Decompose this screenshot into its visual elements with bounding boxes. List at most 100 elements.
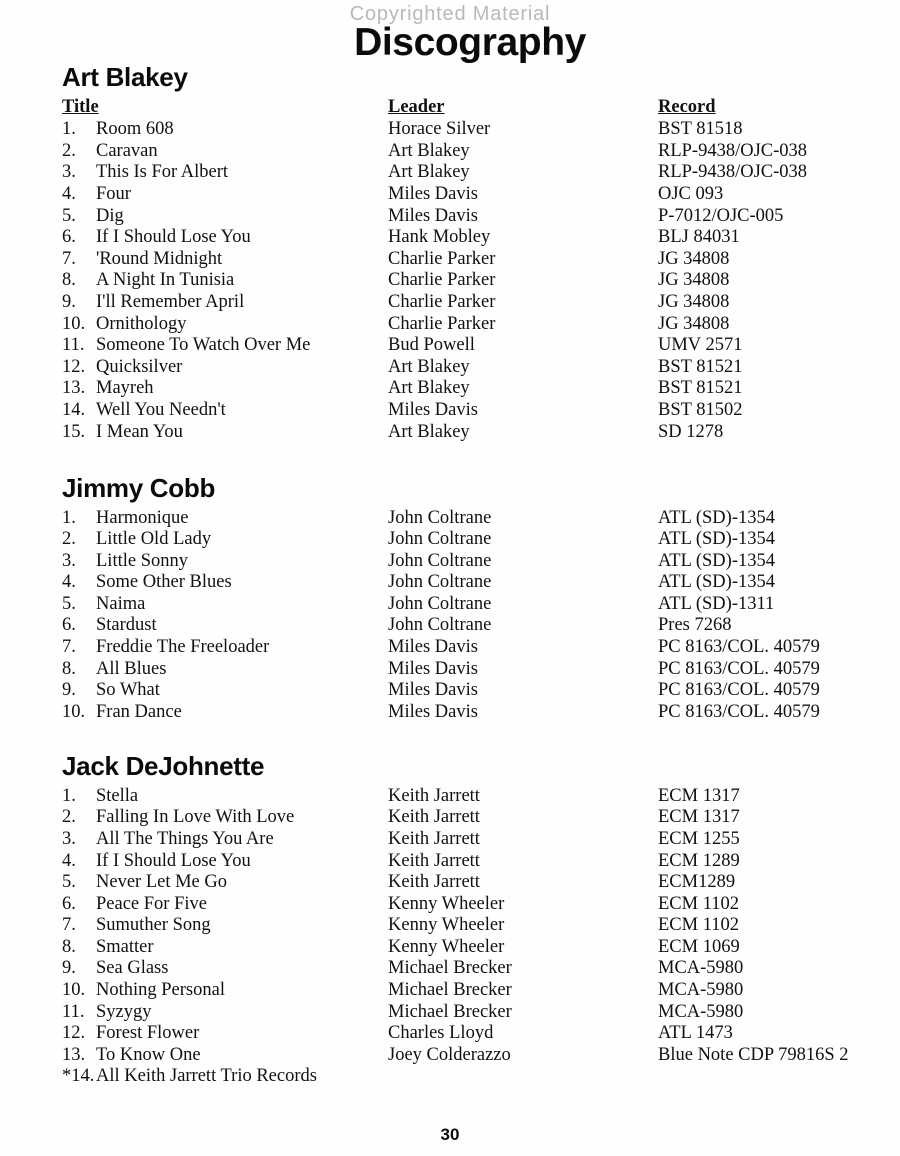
track-title: Sumuther Song: [96, 915, 211, 936]
track-number: 10.: [62, 701, 86, 722]
track-title: Stella: [96, 785, 139, 806]
cell-record: SD 1278: [658, 421, 724, 442]
cell-record: OJC 093: [658, 184, 724, 205]
table-row: 6. Peace For Five Kenny Wheeler ECM 1102: [62, 894, 862, 916]
cell-title: 13. Mayreh: [62, 378, 388, 400]
cell-title: *14. All Keith Jarrett Trio Records: [62, 1066, 388, 1088]
cell-title: 10. Fran Dance: [62, 702, 388, 724]
table-row: 10. Nothing Personal Michael Brecker MCA-59…: [62, 980, 862, 1002]
track-number: 12.: [62, 1023, 86, 1044]
track-number: *14.: [62, 1066, 95, 1087]
cell-record: ECM 1317: [658, 785, 740, 806]
cell-leader: John Coltrane: [388, 507, 492, 528]
track-number: 7.: [62, 637, 76, 658]
table-row: 12. Forest Flower Charles Lloyd ATL 1473: [62, 1023, 862, 1045]
track-title: Dig: [96, 205, 124, 226]
table-row: 2. Little Old Lady John Coltrane ATL (SD)-1…: [62, 529, 862, 551]
table-row: 14. Well You Needn't Miles Davis BST 81502: [62, 400, 862, 422]
cell-leader: Art Blakey: [388, 162, 470, 183]
cell-title: 2. Falling In Love With Love: [62, 807, 388, 829]
track-number: 10.: [62, 313, 86, 334]
track-number: 2.: [62, 140, 76, 161]
track-number: 8.: [62, 658, 76, 679]
cell-record: ATL (SD)-1354: [658, 550, 775, 571]
table-row: 2. Falling In Love With Love Keith Jarrett…: [62, 807, 862, 829]
cell-leader: Michael Brecker: [388, 1001, 512, 1022]
cell-title: 6. If I Should Lose You: [62, 227, 388, 249]
table-row: 2. Caravan Art Blakey RLP-9438/OJC-038: [62, 141, 862, 163]
table-row: 11. Syzygy Michael Brecker MCA-5980: [62, 1002, 862, 1024]
cell-record: RLP-9438/OJC-038: [658, 140, 808, 161]
cell-record: MCA-5980: [658, 1001, 744, 1022]
table-row: 5. Dig Miles Davis P-7012/OJC-005: [62, 206, 862, 228]
cell-record: JG 34808: [658, 270, 730, 291]
cell-title: 8. A Night In Tunisia: [62, 270, 388, 292]
track-number: 9.: [62, 680, 76, 701]
cell-record: ATL (SD)-1354: [658, 529, 775, 550]
cell-record: ECM 1289: [658, 850, 740, 871]
track-number: 4.: [62, 850, 76, 871]
cell-title: 9. I'll Remember April: [62, 292, 388, 314]
cell-record: MCA-5980: [658, 958, 744, 979]
cell-leader: John Coltrane: [388, 572, 492, 593]
table-row: 12. Quicksilver Art Blakey BST 81521: [62, 357, 862, 379]
track-number: 7.: [62, 248, 76, 269]
cell-title: 5. Dig: [62, 206, 388, 228]
track-number: 5.: [62, 593, 76, 614]
track-title: Someone To Watch Over Me: [96, 335, 311, 356]
cell-title: 10. Ornithology: [62, 314, 388, 336]
artist-name: Jack DeJohnette: [62, 751, 265, 782]
track-title: All Blues: [96, 658, 167, 679]
cell-title: 11. Someone To Watch Over Me: [62, 335, 388, 357]
cell-leader: Charlie Parker: [388, 292, 496, 313]
artist-section: Jimmy Cobb 1. Harmonique John Coltrane ATL (…: [62, 474, 862, 724]
track-number: 6.: [62, 227, 76, 248]
track-number: 8.: [62, 270, 76, 291]
track-title: Ornithology: [96, 313, 187, 334]
cell-title: 3. All The Things You Are: [62, 829, 388, 851]
table-row: 3. All The Things You Are Keith Jarrett ECM…: [62, 829, 862, 851]
track-title: Harmonique: [96, 507, 189, 528]
table-row: 7. 'Round Midnight Charlie Parker JG 34808: [62, 249, 862, 271]
table-row: 9. I'll Remember April Charlie Parker JG 34…: [62, 292, 862, 314]
table-row: 13. To Know One Joey Colderazzo Blue Note C…: [62, 1045, 862, 1067]
column-header-title-label: Title: [62, 97, 99, 118]
table-row: 8. All Blues Miles Davis PC 8163/COL. 40579: [62, 659, 862, 681]
cell-leader: Horace Silver: [388, 119, 491, 140]
cell-leader: Miles Davis: [388, 658, 478, 679]
page-title: Discography: [354, 21, 586, 64]
cell-title: 2. Caravan: [62, 141, 388, 163]
cell-record: ECM 1255: [658, 828, 740, 849]
track-number: 13.: [62, 1044, 86, 1065]
cell-title: 10. Nothing Personal: [62, 980, 388, 1002]
table-row: 4. If I Should Lose You Keith Jarrett ECM 1…: [62, 851, 862, 873]
track-title: Quicksilver: [96, 356, 183, 377]
table-row: 10. Fran Dance Miles Davis PC 8163/COL. 405…: [62, 702, 862, 724]
cell-leader: Art Blakey: [388, 378, 470, 399]
cell-leader: Kenny Wheeler: [388, 893, 505, 914]
track-number: 6.: [62, 893, 76, 914]
cell-title: 3. Little Sonny: [62, 551, 388, 573]
table-row: 8. Smatter Kenny Wheeler ECM 1069: [62, 937, 862, 959]
cell-leader: Michael Brecker: [388, 958, 512, 979]
table-row: 4. Four Miles Davis OJC 093: [62, 184, 862, 206]
track-number: 7.: [62, 915, 76, 936]
cell-title: 12. Forest Flower: [62, 1023, 388, 1045]
table-row: 1. Harmonique John Coltrane ATL (SD)-1354: [62, 508, 862, 530]
discography-page: Copyrighted Material Discography Art Bla…: [0, 0, 900, 1156]
track-title: Smatter: [96, 936, 154, 957]
cell-record: BLJ 84031: [658, 227, 740, 248]
cell-record: ECM 1102: [658, 915, 740, 936]
track-number: 11.: [62, 1001, 85, 1022]
cell-title: 12. Quicksilver: [62, 357, 388, 379]
table-row: 7. Freddie The Freeloader Miles Davis PC 81…: [62, 637, 862, 659]
cell-title: 11. Syzygy: [62, 1002, 388, 1024]
track-title: Four: [96, 184, 131, 205]
track-number: 6.: [62, 615, 76, 636]
cell-record: BST 81521: [658, 378, 743, 399]
cell-leader: Miles Davis: [388, 205, 478, 226]
track-number: 3.: [62, 828, 76, 849]
column-header-leader: Leader: [388, 97, 445, 118]
cell-title: 4. If I Should Lose You: [62, 851, 388, 873]
track-title: 'Round Midnight: [96, 248, 223, 269]
